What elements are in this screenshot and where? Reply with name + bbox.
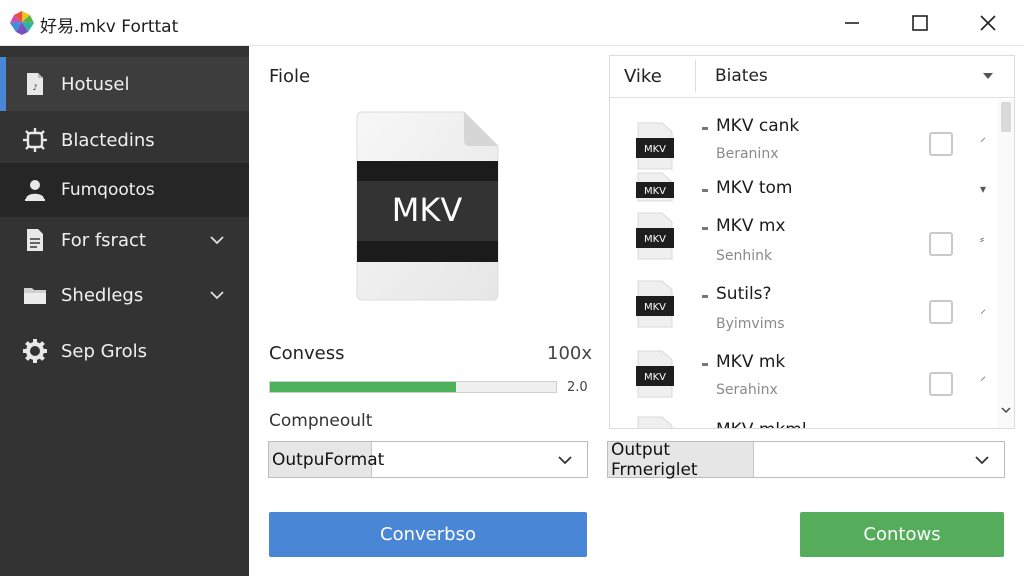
folder-icon (22, 282, 48, 308)
window-title: 好易.mkv Forttat (40, 17, 179, 37)
list-item[interactable]: MKV MKV mx Senhink ⸗ (610, 206, 996, 276)
row-mark[interactable]: ⸗ (980, 232, 984, 246)
chevron-down-icon[interactable] (208, 231, 226, 249)
scrollbar-thumb[interactable] (1001, 102, 1011, 132)
sidebar-item-label: Hotusel (61, 73, 130, 95)
output-format-label: OutpuFormat (269, 442, 384, 477)
sidebar-item-label: For fsract (61, 229, 146, 251)
list-header-col2[interactable]: Biates (715, 66, 768, 86)
mkv-file-icon: MKV (636, 280, 674, 328)
user-icon (22, 177, 48, 203)
convert-button[interactable]: Converbso (269, 512, 587, 557)
sidebar-item-hotusel[interactable]: ♪ Hotusel (0, 57, 249, 111)
output-preset-label: Output Frmeriglet (608, 440, 754, 480)
list-item[interactable]: MKV MKV mk Serahinx ⸍ (610, 346, 996, 416)
chevron-down-icon[interactable] (208, 286, 226, 304)
bullet-marker (702, 227, 708, 230)
progress-fill (270, 382, 456, 392)
list-item[interactable]: MKV MKV tom ▾ (610, 172, 996, 206)
chevron-down-icon (558, 456, 572, 465)
list-item-title: MKV mkml (716, 420, 807, 428)
list-item-title: Sutils? (716, 284, 772, 304)
list-item-checkbox[interactable] (929, 232, 953, 256)
sidebar: ♪ Hotusel Blactedins Fumqootos For fsrac… (0, 46, 249, 576)
colorful-gem-logo (10, 11, 34, 35)
convert-percent: 100x (547, 343, 593, 364)
sidebar-item-label: Fumqootos (61, 180, 155, 200)
mkv-badge-text: MKV (644, 372, 666, 383)
bullet-marker (702, 127, 708, 130)
mkv-badge-text: MKV (392, 191, 463, 229)
list-item-subtitle: Byimvims (716, 316, 785, 332)
output-preset-select[interactable]: Output Frmeriglet (607, 440, 1005, 480)
sidebar-item-sep-grols[interactable]: Sep Grols (0, 324, 249, 378)
list-item-title: MKV tom (716, 178, 793, 198)
sidebar-item-fumqootos[interactable]: Fumqootos (0, 163, 249, 217)
dropdown-arrow-icon[interactable]: ▾ (980, 182, 986, 196)
list-item-checkbox[interactable] (929, 372, 953, 396)
mkv-file-icon: MKV (636, 350, 674, 398)
bullet-marker (702, 363, 708, 366)
component-label: Compneoult (269, 411, 373, 431)
list-item-title: MKV mk (716, 352, 786, 372)
row-mark[interactable]: ⸝ (980, 128, 986, 145)
mkv-badge-text: MKV (644, 186, 666, 197)
chevron-down-icon (975, 456, 989, 465)
sort-arrow-icon[interactable] (982, 70, 994, 82)
mkv-badge-text: MKV (644, 144, 666, 155)
minimize-icon (845, 22, 859, 24)
sidebar-item-for-fsract[interactable]: For fsract (0, 213, 249, 267)
file-section-title: Fiole (269, 66, 311, 87)
sidebar-item-label: Sep Grols (61, 340, 147, 362)
svg-text:♪: ♪ (32, 83, 37, 92)
chevron-down-icon[interactable] (1000, 404, 1012, 416)
list-item-checkbox[interactable] (929, 300, 953, 324)
list-header: Vike Biates (610, 56, 1014, 98)
minimize-button[interactable] (820, 0, 884, 46)
chip-gear-icon (22, 127, 48, 153)
mkv-badge-text: MKV (644, 234, 666, 245)
mkv-badge-text: MKV (644, 302, 666, 313)
audio-file-icon: ♪ (22, 71, 48, 97)
output-format-select[interactable]: OutpuFormat (268, 441, 588, 478)
maximize-button[interactable] (888, 0, 952, 46)
list-item-checkbox[interactable] (929, 132, 953, 156)
mkv-file-icon (637, 416, 673, 428)
progress-number: 2.0 (567, 380, 588, 395)
list-item-subtitle: Serahinx (716, 382, 778, 398)
convert-label: Convess (269, 343, 345, 364)
list-scrollbar[interactable] (998, 100, 1014, 428)
title-bar: 好易.mkv Forttat (0, 0, 1024, 46)
bullet-marker (702, 295, 708, 298)
close-button[interactable] (956, 0, 1020, 46)
maximize-icon (912, 15, 928, 31)
continue-button[interactable]: Contows (800, 512, 1004, 557)
list-header-col1[interactable]: Vike (624, 66, 662, 87)
header-divider (695, 60, 696, 92)
list-item-title: MKV mx (716, 216, 786, 236)
sidebar-item-label: Blactedins (61, 129, 155, 151)
mkv-file-icon: MKV (636, 172, 674, 202)
list-item[interactable]: MKV mkml (610, 416, 996, 428)
list-item-subtitle: Beraninx (716, 146, 779, 162)
row-mark[interactable]: ⸍ (980, 372, 986, 389)
mkv-file-icon: MKV (636, 212, 674, 260)
file-list-panel: Vike Biates MKV MKV cank Beraninx ⸝ MKV MKV t… (609, 55, 1015, 429)
close-icon (980, 15, 996, 31)
list-item-title: MKV cank (716, 116, 800, 136)
document-icon (22, 227, 48, 253)
mkv-file-icon: MKV (356, 111, 499, 301)
sidebar-item-label: Shedlegs (61, 284, 144, 306)
mkv-file-icon: MKV (636, 122, 674, 170)
bullet-marker (702, 189, 708, 192)
sidebar-item-blactedins[interactable]: Blactedins (0, 113, 249, 167)
list-item-subtitle: Senhink (716, 248, 773, 264)
list-item[interactable]: MKV MKV cank Beraninx ⸝ (610, 102, 996, 172)
list-item[interactable]: MKV Sutils? Byimvims ⸝ (610, 276, 996, 346)
active-indicator (0, 57, 6, 111)
row-mark[interactable]: ⸝ (980, 300, 986, 317)
sidebar-item-shedlegs[interactable]: Shedlegs (0, 268, 249, 322)
progress-bar (269, 381, 557, 393)
gear-icon (22, 338, 48, 364)
